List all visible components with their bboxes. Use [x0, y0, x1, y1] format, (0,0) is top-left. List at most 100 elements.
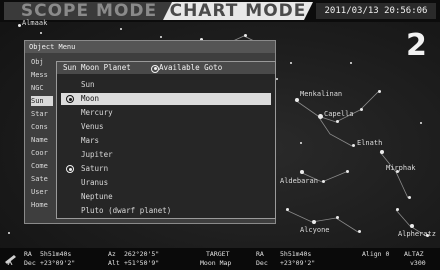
panel-number-badge: 2 — [406, 28, 427, 63]
category-item[interactable]: Sate — [31, 174, 53, 184]
star-label: Alpheratz — [398, 230, 436, 238]
planet-item-label: Uranus — [81, 178, 109, 187]
target-dec-label: Dec — [256, 259, 268, 267]
star[interactable] — [18, 24, 21, 27]
category-item[interactable]: NGC — [31, 83, 53, 93]
category-item[interactable]: Cons — [31, 122, 53, 132]
mode-header: SCOPE MODE CHART MODE 2011/03/13 20:56:0… — [0, 0, 440, 22]
category-item[interactable]: Mess — [31, 70, 53, 80]
star[interactable] — [378, 90, 381, 93]
star-label: Almaak — [22, 19, 48, 27]
star[interactable] — [286, 208, 289, 211]
sub-menu-title-bar: Sun Moon Planet Available Goto — [57, 62, 275, 74]
star[interactable] — [40, 32, 42, 34]
planet-item-neptune[interactable]: Neptune — [61, 191, 271, 203]
object-menu-title: Object Menu — [25, 41, 275, 53]
target-name: Moon Map — [200, 259, 232, 267]
target-ra-value: 5h51m40s — [280, 250, 312, 258]
category-item[interactable]: User — [31, 187, 53, 197]
star[interactable] — [396, 208, 399, 211]
star[interactable] — [358, 230, 361, 233]
available-goto-label: Available Goto — [159, 63, 223, 72]
dec-value: +23°09'2" — [40, 259, 76, 267]
star[interactable] — [346, 170, 349, 173]
star[interactable] — [336, 120, 339, 123]
target-dec-value: +23°09'2" — [280, 259, 316, 267]
star[interactable] — [408, 196, 411, 199]
star[interactable] — [120, 28, 122, 30]
target-ra-label: RA — [256, 250, 264, 258]
star[interactable] — [350, 62, 352, 64]
az-value: 262°20'5" — [124, 250, 160, 258]
star[interactable] — [276, 78, 278, 80]
category-item[interactable]: Come — [31, 161, 53, 171]
datetime-display: 2011/03/13 20:56:06 — [316, 3, 436, 19]
target-label: TARGET — [206, 250, 230, 258]
available-goto-icon — [66, 165, 74, 173]
planet-item-label: Neptune — [81, 192, 113, 201]
align-status: Align 0 — [362, 250, 390, 258]
star-label: Mirphak — [386, 164, 416, 172]
star[interactable] — [290, 62, 292, 64]
category-item[interactable]: Star — [31, 109, 53, 119]
category-item[interactable]: Home — [31, 200, 53, 210]
planet-item-label: Pluto (dwarf planet) — [81, 206, 172, 215]
planet-item-label: Jupiter — [81, 150, 113, 159]
star[interactable] — [336, 216, 339, 219]
planet-item-saturn[interactable]: Saturn — [61, 163, 271, 175]
planet-item-mercury[interactable]: Mercury — [61, 107, 271, 119]
alt-label: Alt — [108, 259, 120, 267]
telescope-icon — [5, 255, 16, 265]
star-label: Capella — [324, 110, 354, 118]
ra-value: 5h51m40s — [40, 250, 72, 258]
planet-item-label: Sun — [81, 80, 95, 89]
star[interactable] — [426, 234, 429, 237]
planet-item-uranus[interactable]: Uranus — [61, 177, 271, 189]
category-item-selected[interactable]: Sun — [31, 96, 53, 106]
planet-item-label: Moon — [81, 94, 100, 103]
sun-moon-planet-menu[interactable]: Sun Moon Planet Available Goto Sun Moon … — [56, 61, 276, 219]
star-label: Elnath — [357, 139, 383, 147]
star[interactable] — [352, 144, 355, 147]
category-item[interactable]: Name — [31, 135, 53, 145]
planet-item-label: Mercury — [81, 108, 113, 117]
category-item[interactable]: Obj — [31, 57, 53, 67]
star[interactable] — [8, 232, 10, 234]
planet-item-label: Saturn — [81, 164, 109, 173]
star-label: Alcyone — [300, 226, 330, 234]
star[interactable] — [410, 224, 414, 228]
star[interactable] — [318, 114, 323, 119]
planet-item-pluto[interactable]: Pluto (dwarf planet) — [61, 205, 271, 217]
star-label: Aldebaran — [280, 177, 318, 185]
planet-item-venus[interactable]: Venus — [61, 121, 271, 133]
alt-value: +51°50'9" — [124, 259, 160, 267]
star[interactable] — [300, 142, 302, 144]
planet-item-jupiter[interactable]: Jupiter — [61, 149, 271, 161]
ra-label: RA — [24, 250, 32, 258]
star[interactable] — [420, 122, 422, 124]
planet-item-label: Mars — [81, 136, 100, 145]
star[interactable] — [160, 36, 162, 38]
dec-label: Dec — [24, 259, 36, 267]
planet-item-label: Venus — [81, 122, 104, 131]
star[interactable] — [300, 170, 304, 174]
version-label: v300 — [410, 259, 426, 267]
planet-item-moon[interactable]: Moon — [61, 93, 271, 105]
scope-mode-tab[interactable]: SCOPE MODE — [4, 2, 174, 20]
available-goto-icon — [151, 64, 159, 73]
star[interactable] — [396, 170, 399, 173]
chart-mode-tab[interactable]: CHART MODE — [163, 2, 313, 20]
star[interactable] — [312, 220, 316, 224]
category-item[interactable]: Coor — [31, 148, 53, 158]
star-label: Menkalinan — [300, 90, 343, 98]
star[interactable] — [380, 150, 384, 154]
star[interactable] — [322, 180, 325, 183]
status-bar: RA 5h51m40s Dec +23°09'2" Az 262°20'5" A… — [0, 248, 440, 270]
star[interactable] — [244, 34, 247, 37]
planet-item-sun[interactable]: Sun — [61, 79, 271, 91]
az-label: Az — [108, 250, 116, 258]
mount-mode: ALTAZ — [404, 250, 424, 258]
star[interactable] — [360, 108, 363, 111]
star[interactable] — [295, 98, 299, 102]
planet-item-mars[interactable]: Mars — [61, 135, 271, 147]
